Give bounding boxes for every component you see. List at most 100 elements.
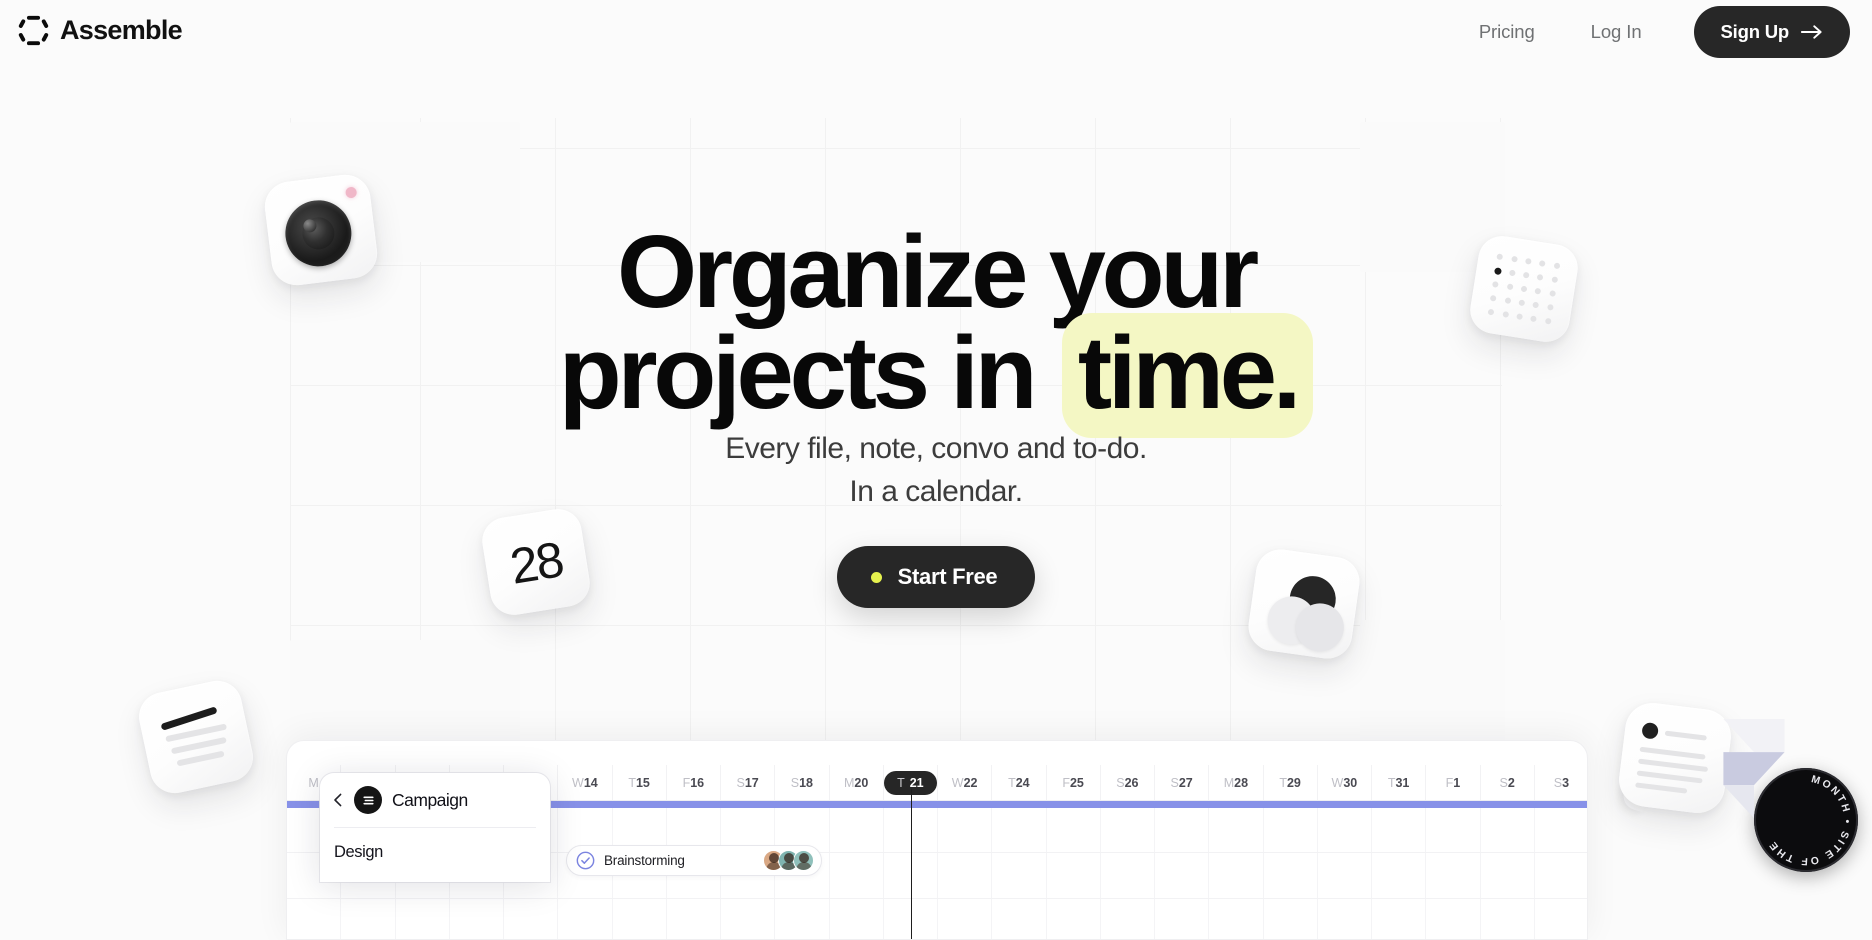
calendar-day-number: 15 [636,776,650,790]
chat-line-2 [1638,759,1708,772]
calendar-day-header[interactable]: T15 [613,765,667,800]
chevron-left-icon[interactable] [332,793,344,807]
calendar-day-column[interactable] [1047,808,1101,940]
calendar-day-header[interactable]: F25 [1047,765,1101,800]
calendar-row-divider [287,898,1588,899]
calendar-day-number: 18 [799,776,813,790]
calendar-day-header[interactable]: F16 [667,765,721,800]
calendar-day-number: 28 [1234,776,1248,790]
octagon-dashed-icon [18,15,49,46]
headline-line-2: projects in time. [0,323,1872,424]
avatar [793,850,814,871]
camera-indicator-dot [345,186,357,198]
site-of-the-month-badge[interactable]: MONTH • SITE OF THE [1754,768,1858,872]
calendar-day-of-week: S [1171,776,1179,790]
calendar-day-of-week: F [1062,776,1070,790]
calendar-day-header[interactable]: S17 [721,765,775,800]
brand-logo[interactable]: Assemble [18,8,182,52]
detail-panel-title: Campaign [392,790,468,811]
chat-line-3 [1637,770,1703,783]
calendar-day-header[interactable]: S26 [1101,765,1155,800]
calendar-day-header[interactable]: T24 [992,765,1046,800]
calendar-day-column[interactable] [1481,808,1535,940]
calendar-day-of-week: T [1279,776,1287,790]
calendar-day-of-week: S [791,776,799,790]
calendar-day-number: 25 [1070,776,1084,790]
today-marker-line [911,789,913,940]
task-label: Brainstorming [604,853,754,868]
detail-panel-header: Campaign [320,773,550,814]
calendar-day-of-week: W [572,776,584,790]
calendar-day-column[interactable] [1318,808,1372,940]
calendar-day-number: 3 [1562,776,1569,790]
calendar-day-of-week: M [308,776,318,790]
calendar-day-number: 20 [854,776,868,790]
calendar-day-header[interactable]: W30 [1318,765,1372,800]
calendar-day-header[interactable]: W14 [558,765,612,800]
calendar-day-of-week: S [737,776,745,790]
calendar-day-column[interactable] [1535,808,1588,940]
calendar-day-header[interactable]: S27 [1155,765,1209,800]
avatar-stack-card [1245,546,1362,661]
calendar-day-column[interactable] [1426,808,1480,940]
calendar-day-card-body: 28 [479,506,593,618]
calendar-day-number: 16 [690,776,704,790]
check-circle-icon[interactable] [576,851,595,870]
calendar-day-of-week: S [1499,776,1507,790]
calendar-day-column[interactable] [1372,808,1426,940]
list-icon [354,786,382,814]
calendar-day-header[interactable]: S3 [1535,765,1588,800]
start-free-button[interactable]: Start Free [837,546,1036,608]
calendar-day-number: 14 [584,776,598,790]
calendar-day-header[interactable]: W22 [938,765,992,800]
calendar-day-number: 26 [1125,776,1139,790]
calendar-day-of-week: W [1332,776,1344,790]
framer-logo-icon [1702,716,1806,820]
note-line-3 [176,751,224,767]
calendar-day-of-week: S [1554,776,1562,790]
headline-highlight: time. [1062,313,1313,438]
subtitle-line-1: Every file, note, convo and to-do. [0,428,1872,471]
site-header: Assemble Pricing Log In Sign Up [0,0,1872,62]
calendar-day-number: 29 [1287,776,1301,790]
camera-card [262,172,380,288]
calendar-day-of-week: S [1116,776,1124,790]
nav-link-pricing[interactable]: Pricing [1451,0,1563,64]
calendar-day-number: 28 [507,534,566,591]
calendar-day-of-week: W [952,776,964,790]
headline-line-2-prefix: projects in [559,315,1058,430]
calendar-day-header[interactable]: M20 [830,765,884,800]
calendar-day-column[interactable] [830,808,884,940]
calendar-day-number: 31 [1395,776,1409,790]
calendar-day-column[interactable] [1264,808,1318,940]
calendar-day-header[interactable]: T31 [1372,765,1426,800]
calendar-day-number: 30 [1343,776,1357,790]
task-avatars [763,850,814,871]
calendar-day-number: 24 [1016,776,1030,790]
calendar-day-of-week: M [1224,776,1234,790]
calendar-day-card: 28 [479,506,593,618]
detail-panel-section-label: Design [320,828,550,862]
calendar-day-header[interactable]: T29 [1264,765,1318,800]
calendar-day-header[interactable]: M28 [1209,765,1263,800]
calendar-day-column[interactable] [992,808,1046,940]
sign-up-button[interactable]: Sign Up [1694,6,1850,58]
main-nav: Pricing Log In Sign Up [1451,0,1850,64]
task-card-brainstorming[interactable]: Brainstorming [566,845,822,876]
calendar-day-of-week: T [897,776,905,790]
calendar-day-column[interactable] [1101,808,1155,940]
dot-grid-card [1467,233,1581,345]
calendar-day-header[interactable]: S2 [1481,765,1535,800]
note-card-body [135,676,258,797]
calendar-day-header[interactable]: S18 [775,765,829,800]
chat-bubble-icon [1641,722,1659,740]
calendar-day-column[interactable] [938,808,992,940]
hero-cta-container: Start Free [0,546,1872,608]
hero-subtitle: Every file, note, convo and to-do. In a … [0,428,1872,513]
list-icon-glyph [362,794,375,807]
nav-link-login[interactable]: Log In [1563,0,1670,64]
calendar-day-header[interactable]: F1 [1426,765,1480,800]
start-free-label: Start Free [898,564,998,590]
calendar-day-column[interactable] [1209,808,1263,940]
calendar-day-column[interactable] [1155,808,1209,940]
